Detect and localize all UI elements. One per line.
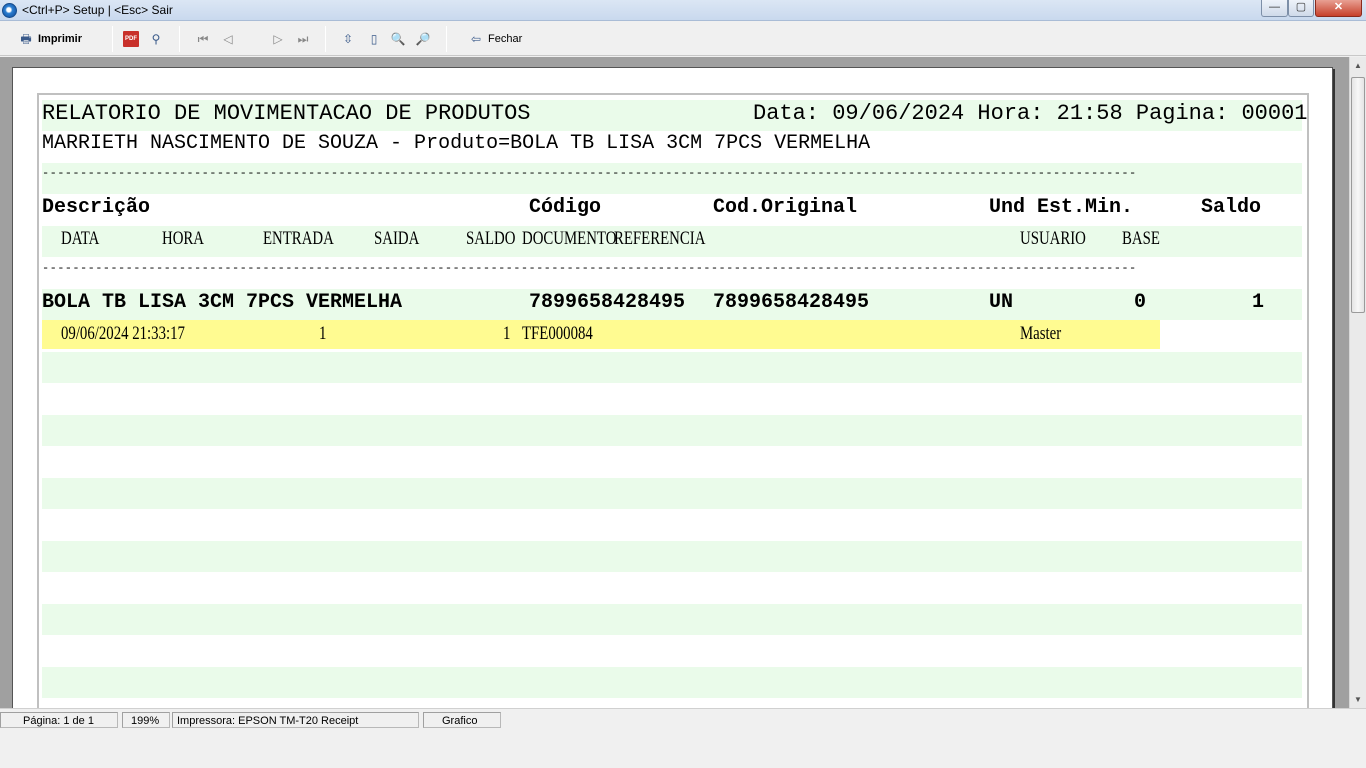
previous-page-icon: ◁ [223, 32, 233, 46]
first-page-button[interactable]: ⏮ [195, 28, 211, 50]
product-codigo: 7899658428495 [529, 291, 686, 314]
header-saldo-mov: SALDO [466, 228, 516, 249]
movement-saldo: 1 [503, 323, 511, 344]
close-button-label: Fechar [488, 33, 523, 45]
pdf-icon: PDF [123, 31, 139, 47]
product-saldo: 1 [1252, 291, 1265, 314]
band [42, 415, 1302, 446]
next-page-icon: ▷ [273, 32, 283, 46]
close-button[interactable]: ⇦ Fechar [468, 28, 522, 50]
whole-page-button[interactable]: ▯ [366, 28, 382, 50]
report-preview-area[interactable]: RELATORIO DE MOVIMENTACAO DE PRODUTOS Da… [0, 57, 1366, 708]
separator-line: ----------------------------------------… [42, 166, 1137, 180]
next-page-button[interactable]: ▷ [270, 28, 286, 50]
band [42, 541, 1302, 572]
scrollbar-thumb[interactable] [1351, 77, 1365, 313]
toolbar: 🖶 Imprimir PDF ⚲ ⏮ ◁ ▷ ⏭ ⇳ ▯ 🔍 🔎 ⇦ Fecha… [0, 22, 1366, 56]
last-page-icon: ⏭ [297, 32, 309, 46]
exit-door-icon: ⇦ [470, 32, 482, 46]
print-button-label: Imprimir [38, 33, 83, 45]
product-und: UN [989, 291, 1014, 314]
report-title: RELATORIO DE MOVIMENTACAO DE PRODUTOS [42, 101, 531, 126]
toolbar-separator [179, 26, 180, 52]
product-cod-original: 7899658428495 [713, 291, 870, 314]
minimize-button[interactable]: — [1261, 0, 1288, 17]
movement-data-hora: 09/06/2024 21:33:17 [61, 323, 185, 344]
movement-documento: TFE000084 [522, 323, 593, 344]
report-page: RELATORIO DE MOVIMENTACAO DE PRODUTOS Da… [12, 67, 1333, 708]
export-pdf-button[interactable]: PDF [123, 28, 139, 50]
status-mode: Grafico [423, 712, 501, 728]
header-usuario: USUARIO [1020, 228, 1086, 249]
band [42, 604, 1302, 635]
page-width-button[interactable]: ⇳ [340, 28, 356, 50]
header-hora: HORA [162, 228, 204, 249]
page-width-icon: ⇳ [342, 32, 354, 46]
zoom-in-button[interactable]: 🔍 [390, 28, 406, 50]
print-button[interactable]: 🖶 Imprimir [18, 28, 82, 50]
title-bar: <Ctrl+P> Setup | <Esc> Sair — ▢ ✕ [0, 0, 1366, 21]
window-title: <Ctrl+P> Setup | <Esc> Sair [22, 3, 173, 17]
product-est-min: 0 [1134, 291, 1147, 314]
header-cod-original: Cod.Original [713, 196, 858, 219]
last-page-button[interactable]: ⏭ [295, 28, 311, 50]
vertical-scrollbar[interactable]: ▲ ▼ [1349, 57, 1366, 708]
page-icon: ▯ [370, 32, 378, 46]
band [42, 667, 1302, 698]
header-saldo: Saldo [1201, 196, 1262, 219]
zoom-out-button[interactable]: 🔎 [415, 28, 431, 50]
header-base: BASE [1122, 228, 1160, 249]
product-descricao: BOLA TB LISA 3CM 7PCS VERMELHA [42, 291, 403, 314]
band [42, 478, 1302, 509]
header-descricao: Descrição [42, 196, 151, 219]
header-entrada: ENTRADA [263, 228, 334, 249]
status-bar: Página: 1 de 1 199% Impressora: EPSON TM… [0, 708, 1366, 730]
binoculars-icon: ⚲ [151, 32, 161, 46]
printer-icon: 🖶 [20, 32, 32, 46]
movement-usuario: Master [1020, 323, 1062, 344]
header-data: DATA [61, 228, 100, 249]
app-icon [2, 3, 17, 18]
previous-page-button[interactable]: ◁ [220, 28, 236, 50]
close-window-button[interactable]: ✕ [1315, 0, 1362, 17]
scroll-up-arrow-icon[interactable]: ▲ [1350, 57, 1366, 74]
zoom-in-icon: 🔍 [390, 32, 406, 46]
movement-entrada: 1 [319, 323, 327, 344]
toolbar-separator [446, 26, 447, 52]
header-codigo: Código [529, 196, 602, 219]
header-und-est-min: Und Est.Min. [989, 196, 1134, 219]
band [42, 352, 1302, 383]
status-page: Página: 1 de 1 [0, 712, 118, 728]
report-subtitle: MARRIETH NASCIMENTO DE SOUZA - Produto=B… [42, 132, 871, 155]
toolbar-separator [325, 26, 326, 52]
first-page-icon: ⏮ [197, 32, 209, 46]
bottom-area [0, 730, 1366, 768]
report-date-info: Data: 09/06/2024 Hora: 21:58 Pagina: 000… [753, 101, 1308, 126]
status-zoom: 199% [122, 712, 170, 728]
scroll-down-arrow-icon[interactable]: ▼ [1350, 691, 1366, 708]
zoom-out-icon: 🔎 [415, 32, 431, 46]
find-button[interactable]: ⚲ [148, 28, 164, 50]
toolbar-separator [112, 26, 113, 52]
header-referencia: REFERENCIA [614, 228, 706, 249]
separator-line: ----------------------------------------… [42, 261, 1137, 275]
maximize-button[interactable]: ▢ [1288, 0, 1314, 17]
header-saida: SAIDA [374, 228, 420, 249]
status-printer: Impressora: EPSON TM-T20 Receipt [172, 712, 419, 728]
